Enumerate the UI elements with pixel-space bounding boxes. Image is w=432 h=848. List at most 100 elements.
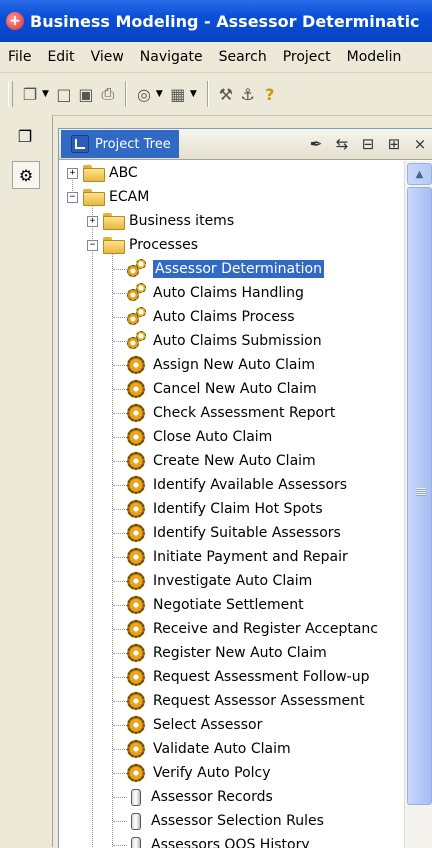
filter-icon[interactable]: ⇆ bbox=[329, 135, 355, 153]
tree-item-label: Processes bbox=[129, 237, 198, 253]
expand-all-icon[interactable]: ⊞ bbox=[381, 135, 407, 153]
tree-connector bbox=[113, 533, 127, 534]
tree-connector bbox=[113, 341, 127, 342]
save-all-icon[interactable]: ▣ bbox=[75, 83, 97, 105]
scroll-grip bbox=[416, 488, 425, 496]
gear-icon bbox=[127, 476, 145, 494]
tree-item-process[interactable]: Validate Auto Claim bbox=[127, 737, 291, 761]
panel-tools: ✒ ⇆ ⊟ ⊞ × bbox=[303, 135, 432, 153]
window-title: Business Modeling - Assessor Determinati… bbox=[30, 12, 420, 31]
report-dropdown-icon[interactable]: ▼ bbox=[190, 89, 197, 99]
folder-open-icon bbox=[83, 189, 105, 205]
gear-icon bbox=[127, 644, 145, 662]
tree-item-process[interactable]: Request Assessment Follow-up bbox=[127, 665, 369, 689]
gear-icon bbox=[127, 764, 145, 782]
tree-item-process[interactable]: Receive and Register Acceptanc bbox=[127, 617, 378, 641]
simulate-dropdown-icon[interactable]: ▼ bbox=[156, 89, 163, 99]
menu-navigate[interactable]: Navigate bbox=[132, 49, 211, 65]
tree-item-label: Auto Claims Process bbox=[153, 309, 295, 325]
tree-item-process[interactable]: Negotiate Settlement bbox=[127, 593, 304, 617]
tree-item-label: Request Assessor Assessment bbox=[153, 693, 364, 709]
tree-item-process[interactable]: Identify Available Assessors bbox=[127, 473, 347, 497]
menu-view[interactable]: View bbox=[83, 49, 132, 65]
expand-icon[interactable]: + bbox=[87, 216, 98, 227]
tree-connector bbox=[113, 773, 127, 774]
tree-item-process[interactable]: Assessor Determination bbox=[127, 257, 324, 281]
tree-item-process[interactable]: Register New Auto Claim bbox=[127, 641, 327, 665]
close-icon[interactable]: × bbox=[407, 135, 432, 153]
tree-item-label: Close Auto Claim bbox=[153, 429, 272, 445]
report-icon[interactable]: ▦ bbox=[167, 83, 189, 105]
tree-item-label: Auto Claims Submission bbox=[153, 333, 322, 349]
tree-item-process[interactable]: Identify Suitable Assessors bbox=[127, 521, 341, 545]
tree-item-process[interactable]: Assign New Auto Claim bbox=[127, 353, 315, 377]
menu-search[interactable]: Search bbox=[211, 49, 275, 65]
tree-item-processes[interactable]: − Processes bbox=[87, 233, 198, 257]
tree-item-process[interactable]: Select Assessor bbox=[127, 713, 262, 737]
menu-file[interactable]: File bbox=[0, 49, 39, 65]
collapse-all-icon[interactable]: ⊟ bbox=[355, 135, 381, 153]
vertical-scrollbar[interactable]: ▲ bbox=[404, 161, 432, 848]
tree-item-process[interactable]: Identify Claim Hot Spots bbox=[127, 497, 323, 521]
tree-item-process[interactable]: Request Assessor Assessment bbox=[127, 689, 364, 713]
datastore-icon bbox=[131, 789, 141, 806]
tree-item-process[interactable]: Auto Claims Submission bbox=[127, 329, 322, 353]
save-icon[interactable]: □ bbox=[53, 83, 75, 105]
restore-view-icon[interactable]: ❐ bbox=[12, 123, 38, 149]
tree-item-process[interactable]: Initiate Payment and Repair bbox=[127, 545, 348, 569]
tree-item-label: Assessor Determination bbox=[153, 260, 324, 278]
toolbar-grip[interactable] bbox=[8, 81, 13, 107]
datastore-icon bbox=[131, 813, 141, 830]
menu-project[interactable]: Project bbox=[275, 49, 339, 65]
tree-item-label: Assessor Selection Rules bbox=[151, 813, 324, 829]
new-icon[interactable]: ❐ bbox=[19, 83, 41, 105]
tree-item-process[interactable]: Create New Auto Claim bbox=[127, 449, 316, 473]
tool-a-icon[interactable]: ⚒ bbox=[215, 83, 237, 105]
new-dropdown-icon[interactable]: ▼ bbox=[42, 89, 49, 99]
tree-item-process[interactable]: Close Auto Claim bbox=[127, 425, 272, 449]
print-icon[interactable]: ⎙ bbox=[97, 83, 119, 105]
tree-item-abc[interactable]: + ABC bbox=[67, 161, 138, 185]
tree-connector bbox=[113, 629, 127, 630]
tree-item-label: Cancel New Auto Claim bbox=[153, 381, 317, 397]
left-view-strip: ❐ ⚙ bbox=[0, 115, 53, 847]
project-tree-tab[interactable]: Project Tree bbox=[61, 130, 179, 158]
menu-modeling[interactable]: Modelin bbox=[339, 49, 410, 65]
tree-item-process[interactable]: Auto Claims Handling bbox=[127, 281, 304, 305]
tree-item-process[interactable]: Verify Auto Polcy bbox=[127, 761, 271, 785]
scroll-up-button[interactable]: ▲ bbox=[407, 163, 432, 185]
expand-icon[interactable]: + bbox=[67, 168, 78, 179]
tree-item-business-items[interactable]: + Business items bbox=[87, 209, 234, 233]
gear-icon bbox=[127, 380, 145, 398]
link-icon[interactable]: ✒ bbox=[303, 135, 329, 153]
tree-item-label: Check Assessment Report bbox=[153, 405, 335, 421]
collapse-icon[interactable]: − bbox=[87, 240, 98, 251]
tree-item-label: Negotiate Settlement bbox=[153, 597, 304, 613]
menu-edit[interactable]: Edit bbox=[39, 49, 82, 65]
main-toolbar: ❐ ▼ □ ▣ ⎙ ◎ ▼ ▦ ▼ ⚒ ⚓ ? bbox=[0, 73, 432, 116]
tree-item-process[interactable]: Assessors QOS History bbox=[127, 833, 310, 848]
tree-item-label: ECAM bbox=[109, 189, 149, 205]
menu-bar: File Edit View Navigate Search Project M… bbox=[0, 42, 432, 73]
tree-item-process[interactable]: Investigate Auto Claim bbox=[127, 569, 312, 593]
tree-item-label: Select Assessor bbox=[153, 717, 262, 733]
collapse-icon[interactable]: − bbox=[67, 192, 78, 203]
tree-connector bbox=[113, 701, 127, 702]
scroll-thumb[interactable] bbox=[407, 187, 432, 805]
help-icon[interactable]: ? bbox=[259, 83, 281, 105]
tree-item-process[interactable]: Cancel New Auto Claim bbox=[127, 377, 317, 401]
simulate-icon[interactable]: ◎ bbox=[133, 83, 155, 105]
tree-item-process[interactable]: Assessor Selection Rules bbox=[127, 809, 324, 833]
tool-b-icon[interactable]: ⚓ bbox=[237, 83, 259, 105]
tree-connector bbox=[113, 725, 127, 726]
processes-view-icon[interactable]: ⚙ bbox=[12, 161, 40, 189]
gear-icon bbox=[127, 548, 145, 566]
tree-item-process[interactable]: Auto Claims Process bbox=[127, 305, 295, 329]
tree-item-ecam[interactable]: − ECAM bbox=[67, 185, 149, 209]
tree-connector bbox=[113, 653, 127, 654]
tree-item-process[interactable]: Assessor Records bbox=[127, 785, 273, 809]
tree-item-label: Request Assessment Follow-up bbox=[153, 669, 369, 685]
tree-connector bbox=[113, 821, 127, 822]
gear-icon bbox=[127, 572, 145, 590]
tree-item-process[interactable]: Check Assessment Report bbox=[127, 401, 335, 425]
